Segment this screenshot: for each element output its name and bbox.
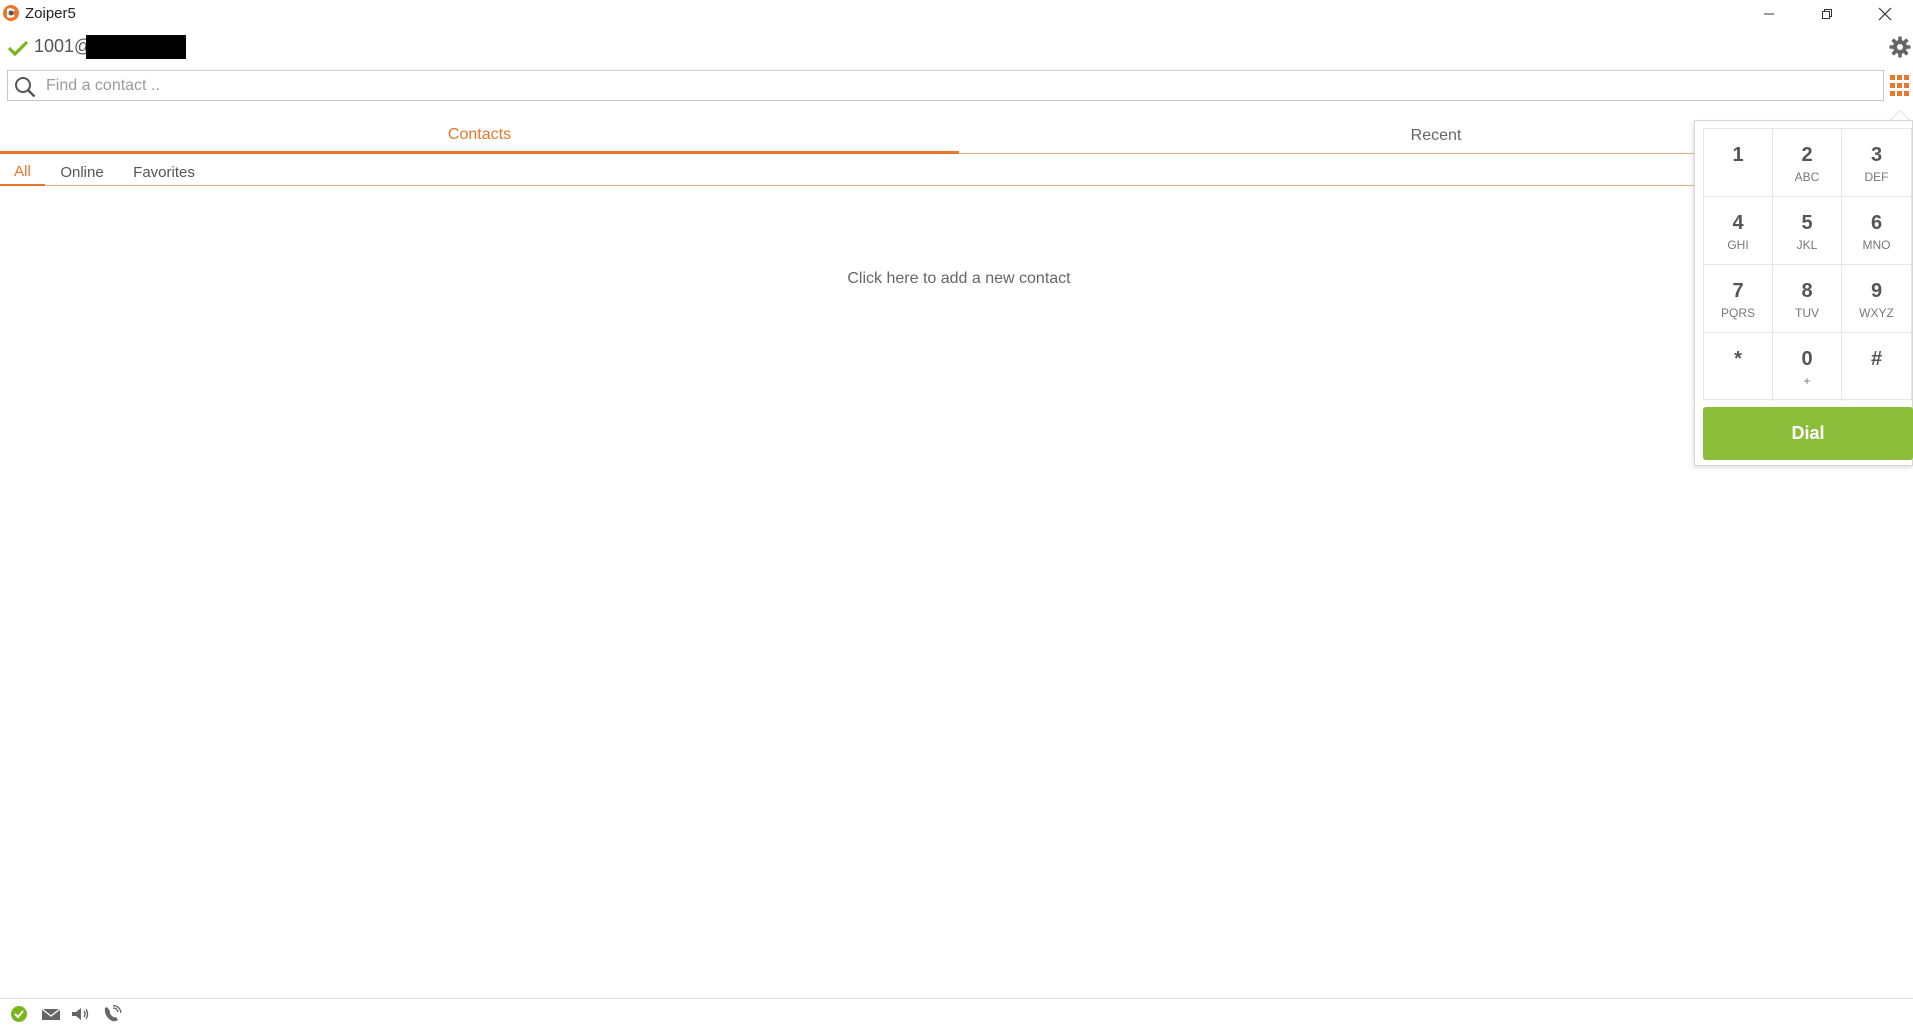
tab-contacts[interactable]: Contacts: [0, 118, 959, 154]
close-icon: [1878, 7, 1892, 21]
dialpad-dot: [1904, 75, 1909, 80]
dialpad-dot: [1904, 91, 1909, 96]
key-digit: 9: [1870, 280, 1883, 302]
contact-filter-tabs: All Online Favorites: [0, 158, 1700, 186]
search-input[interactable]: [44, 72, 1874, 99]
dial-button[interactable]: Dial: [1703, 407, 1913, 460]
key-digit: 1: [1732, 144, 1744, 166]
search-box: [7, 70, 1884, 101]
key-letters: DEF: [1864, 170, 1889, 184]
main-tabs: Contacts Recent: [0, 118, 1913, 154]
dialpad-dot: [1897, 83, 1902, 88]
key-digit: *: [1734, 348, 1742, 370]
search-icon: [15, 77, 36, 98]
online-status-icon[interactable]: [9, 1005, 31, 1023]
key-hash[interactable]: #: [1842, 333, 1911, 401]
key-digit: 0: [1801, 348, 1813, 370]
key-3[interactable]: 3 DEF: [1842, 129, 1911, 197]
key-7[interactable]: 7 PQRS: [1704, 265, 1773, 333]
key-5[interactable]: 5 JKL: [1773, 197, 1842, 265]
minimize-icon: [1764, 13, 1774, 15]
dialpad-dot: [1897, 75, 1902, 80]
key-digit: 6: [1870, 212, 1883, 234]
key-star[interactable]: *: [1704, 333, 1773, 401]
dialpad-dot: [1890, 83, 1895, 88]
gear-icon[interactable]: [1888, 35, 1912, 59]
restore-button[interactable]: [1798, 0, 1856, 28]
tab-online[interactable]: Online: [52, 158, 112, 186]
redacted-domain: [86, 35, 186, 59]
key-letters: ABC: [1794, 170, 1820, 184]
key-digit: 4: [1732, 212, 1744, 234]
key-9[interactable]: 9 WXYZ: [1842, 265, 1911, 333]
key-letters: PQRS: [1720, 306, 1755, 320]
key-digit: 5: [1801, 212, 1813, 234]
minimize-button[interactable]: [1740, 0, 1798, 28]
key-letters: +: [1803, 374, 1811, 388]
dialpad-popup: 1 2 ABC 3 DEF 4 GHI 5 JKL 6 MNO 7 PQRS 8 TUV 9 W…: [1694, 120, 1913, 466]
key-digit: 7: [1732, 280, 1744, 302]
key-6[interactable]: 6 MNO: [1842, 197, 1911, 265]
key-4[interactable]: 4 GHI: [1704, 197, 1773, 265]
key-letters: WXYZ: [1859, 306, 1894, 320]
key-letters: MNO: [1862, 238, 1891, 252]
dialpad-toggle-icon[interactable]: [1890, 75, 1912, 97]
key-2[interactable]: 2 ABC: [1773, 129, 1842, 197]
add-contact-link[interactable]: Click here to add a new contact: [0, 270, 1913, 288]
title-bar: Zoiper5: [0, 0, 1913, 28]
key-letters: GHI: [1727, 238, 1749, 252]
app-title: Zoiper5: [25, 5, 76, 22]
dialpad-dot: [1890, 91, 1895, 96]
dialpad-dot: [1890, 75, 1895, 80]
key-0[interactable]: 0 +: [1773, 333, 1842, 401]
account-name: 1001@: [34, 36, 93, 56]
key-8[interactable]: 8 TUV: [1773, 265, 1842, 333]
dialpad-dot: [1904, 83, 1909, 88]
tab-all[interactable]: All: [0, 158, 45, 186]
restore-icon: [1822, 9, 1832, 19]
speaker-icon[interactable]: [70, 1005, 92, 1023]
account-row: 1001@: [0, 32, 1913, 62]
dialpad-popup-arrow: [1890, 110, 1910, 120]
key-digit: #: [1870, 348, 1883, 370]
key-1[interactable]: 1: [1704, 129, 1773, 197]
check-icon: [8, 40, 28, 56]
key-digit: 2: [1801, 144, 1813, 166]
dialpad-dot: [1897, 91, 1902, 96]
key-digit: 3: [1870, 144, 1883, 166]
mail-icon[interactable]: [40, 1005, 62, 1023]
tab-favorites[interactable]: Favorites: [126, 158, 202, 186]
key-digit: 8: [1801, 280, 1813, 302]
dialpad-keys: 1 2 ABC 3 DEF 4 GHI 5 JKL 6 MNO 7 PQRS 8 TUV 9 W…: [1703, 128, 1912, 401]
close-button[interactable]: [1856, 0, 1913, 28]
phone-icon[interactable]: [101, 1005, 123, 1023]
status-bar: [0, 998, 1913, 1027]
key-letters: TUV: [1795, 306, 1819, 320]
key-letters: JKL: [1796, 238, 1818, 252]
zoiper-logo-icon: [3, 5, 19, 21]
